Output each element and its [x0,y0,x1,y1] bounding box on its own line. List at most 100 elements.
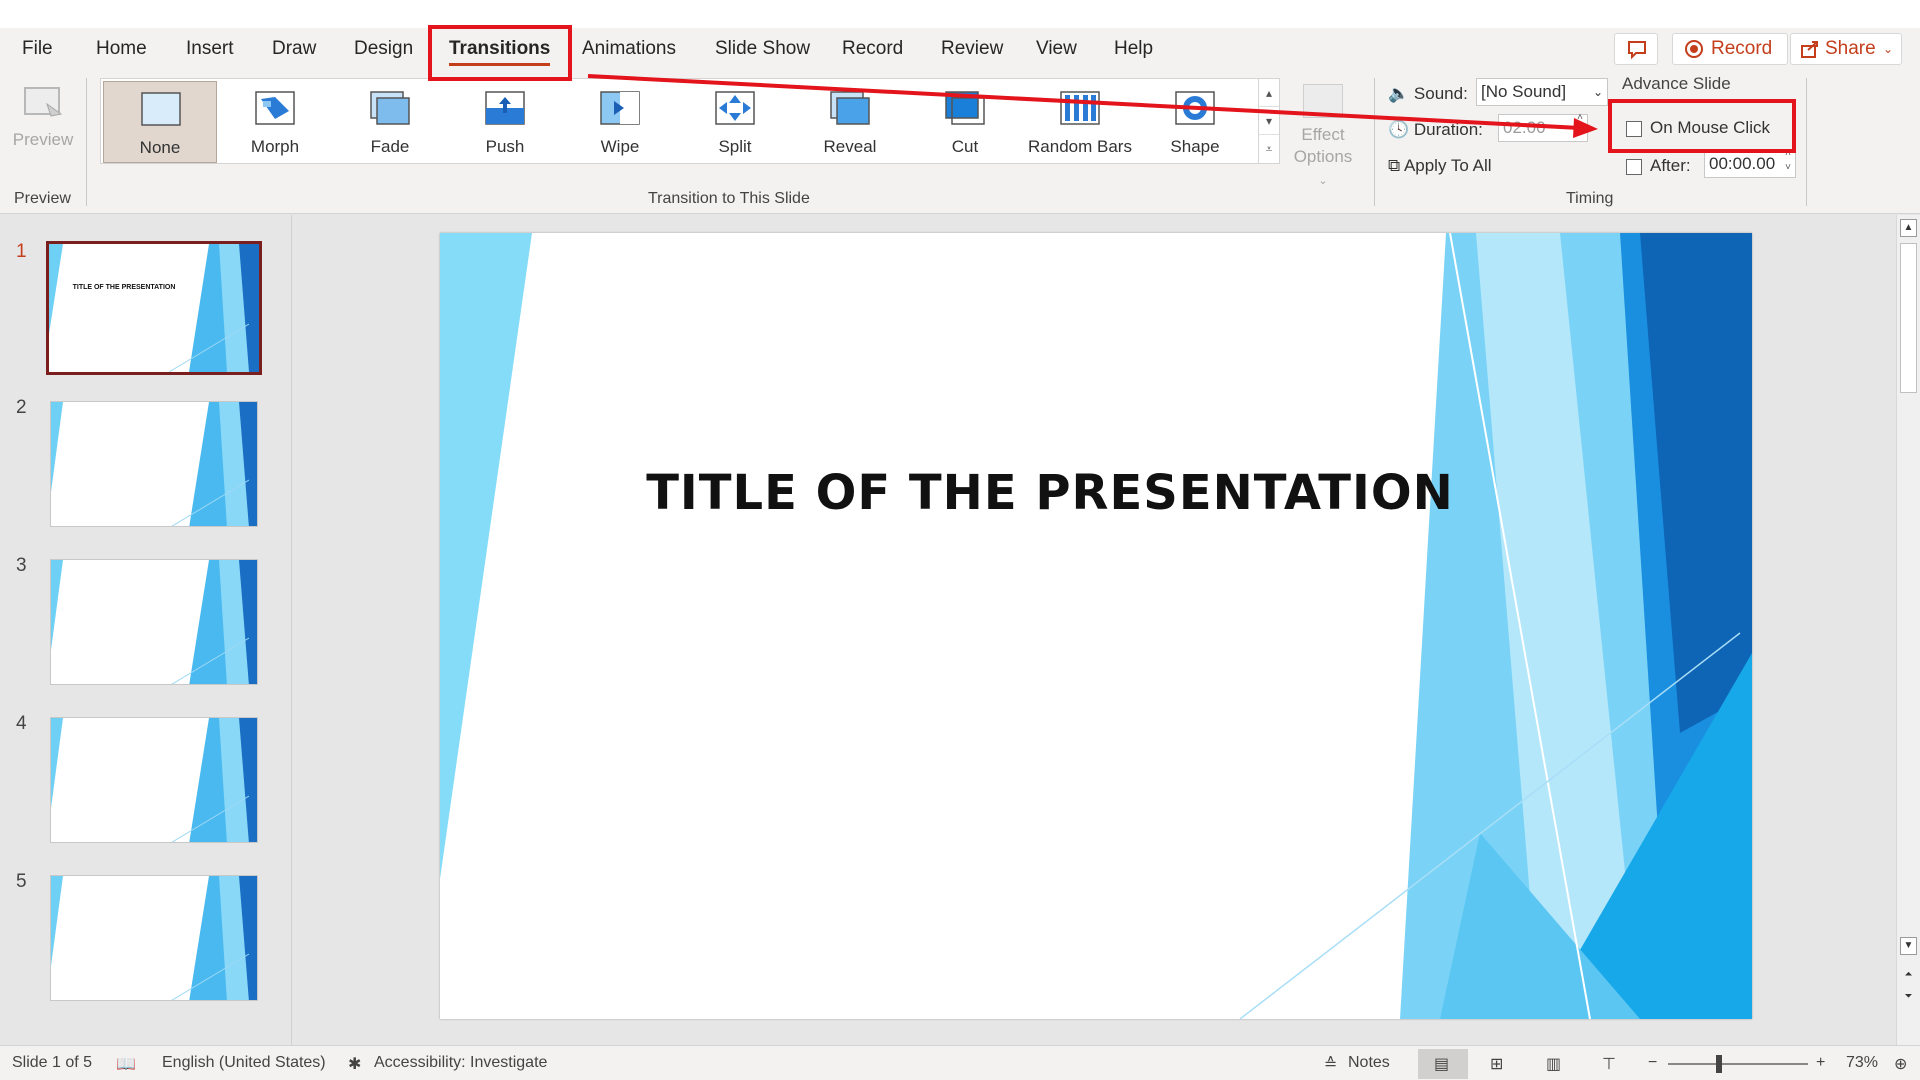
advance-slide-label: Advance Slide [1622,74,1731,93]
accessibility-status[interactable]: Accessibility: Investigate [374,1054,547,1072]
transition-group-label: Transition to This Slide [648,190,810,207]
transition-split-icon [715,91,755,125]
tab-transitions[interactable]: Transitions [439,34,560,66]
slide-thumbnail-1[interactable]: TITLE OF THE PRESENTATION [46,241,262,375]
tab-view[interactable]: View [1026,34,1087,64]
transition-morph[interactable]: Morph [218,81,332,163]
transition-push[interactable]: Push [448,81,562,163]
share-button[interactable]: Share ⌄ [1790,33,1902,65]
spinner-icon[interactable]: ˄ ˅ [1577,111,1583,139]
slide-number: 1 [16,241,27,262]
transition-fade-icon [370,91,410,125]
zoom-out-icon[interactable]: − [1648,1054,1657,1072]
zoom-level[interactable]: 73% [1846,1054,1878,1072]
language-indicator[interactable]: English (United States) [162,1054,326,1072]
slide-number: 5 [16,871,27,892]
gallery-scroll-up-icon[interactable]: ▴ [1259,79,1279,107]
transition-shape[interactable]: Shape [1138,81,1252,163]
share-icon [1801,41,1818,58]
slide-sorter-icon[interactable]: ⊞ [1490,1054,1503,1074]
apply-all-icon: ⧉ [1388,156,1401,175]
zoom-in-icon[interactable]: + [1816,1054,1825,1072]
effect-options-button[interactable]: Effect Options ⌄ [1288,84,1358,187]
tab-animations[interactable]: Animations [572,34,686,64]
zoom-slider-handle[interactable] [1716,1055,1722,1073]
transition-wipe-icon [600,91,640,125]
transition-shape-icon [1175,91,1215,125]
slide-thumbnail-3[interactable] [50,559,258,685]
vertical-scrollbar[interactable]: ▲ ▼ ⏶ ⏷ [1896,215,1920,1045]
transition-reveal[interactable]: Reveal [793,81,907,163]
comments-button[interactable] [1614,33,1658,65]
transition-reveal-icon [830,91,870,125]
next-slide-icon[interactable]: ⏷ [1900,989,1917,1007]
comment-icon [1628,41,1646,60]
timing-group-label: Timing [1566,190,1614,207]
sound-icon: 🔈 [1388,84,1410,103]
slide-thumbnail-art [51,560,257,684]
spinner-icon[interactable]: ˄ ˅ [1785,147,1791,175]
on-mouse-click-checkbox[interactable] [1626,120,1642,137]
slide-thumbnail-art [49,244,259,372]
zoom-slider[interactable] [1668,1063,1808,1065]
transition-fade[interactable]: Fade [333,81,447,163]
transition-split[interactable]: Split [678,81,792,163]
transition-cut[interactable]: Cut [908,81,1022,163]
tab-review[interactable]: Review [931,34,1013,64]
slide-thumbnail-5[interactable] [50,875,258,1001]
slide-thumbnail-2[interactable] [50,401,258,527]
record-button[interactable]: Record [1672,33,1788,65]
after-checkbox[interactable] [1626,158,1642,175]
scroll-thumb[interactable] [1900,243,1917,393]
spelling-icon[interactable]: 📖 [116,1054,136,1074]
after-option[interactable]: After: [1626,152,1691,180]
scroll-up-icon[interactable]: ▲ [1900,219,1917,237]
tab-help[interactable]: Help [1104,34,1163,64]
after-stepper[interactable]: 00:00.00 ˄ ˅ [1704,147,1796,178]
slide-thumbnail-4[interactable] [50,717,258,843]
tab-record[interactable]: Record [832,34,913,64]
divider [1806,78,1807,206]
divider [86,78,87,206]
scroll-down-icon[interactable]: ▼ [1900,937,1917,955]
transition-random-bars[interactable]: Random Bars [1023,81,1137,163]
main-slide[interactable]: TITLE OF THE PRESENTATION [440,233,1752,1019]
normal-view-icon[interactable]: ▤ [1434,1054,1449,1074]
duration-stepper[interactable]: 02.00 ˄ ˅ [1498,111,1588,142]
chevron-down-icon: ⌄ [1592,85,1603,99]
sound-dropdown[interactable]: [No Sound] ⌄ [1476,78,1608,106]
transition-none[interactable]: None [103,81,217,163]
divider [1374,78,1375,206]
preview-icon [24,87,63,117]
tab-insert[interactable]: Insert [176,34,244,64]
on-mouse-click-option[interactable]: On Mouse Click [1626,114,1770,142]
slide-number: 4 [16,713,27,734]
slide-indicator: Slide 1 of 5 [12,1054,93,1071]
gallery-scroll-down-icon[interactable]: ▾ [1259,107,1279,135]
transition-morph-icon [255,91,295,125]
chevron-down-icon: ⌄ [1882,42,1893,56]
tab-home[interactable]: Home [86,34,157,64]
gallery-scroll: ▴ ▾ ⩡ [1258,78,1280,164]
transition-push-icon [485,91,525,125]
slide-background-art [440,233,1752,1019]
gallery-more-icon[interactable]: ⩡ [1259,135,1279,163]
preview-button[interactable]: Preview [8,84,78,164]
slide-thumbnail-art [51,402,257,526]
slide-show-icon[interactable]: ⊤ [1602,1054,1616,1074]
effect-options-icon [1303,84,1343,118]
previous-slide-icon[interactable]: ⏶ [1900,967,1917,985]
transition-wipe[interactable]: Wipe [563,81,677,163]
tab-design[interactable]: Design [344,34,423,64]
tab-file[interactable]: File [12,34,63,64]
slide-thumbnail-art [51,718,257,842]
ribbon-tabs: File Home Insert Draw Design Transitions… [0,28,1920,70]
reading-view-icon[interactable]: ▥ [1546,1054,1561,1074]
tab-slide-show[interactable]: Slide Show [705,34,820,64]
tab-draw[interactable]: Draw [262,34,326,64]
fit-to-window-icon[interactable]: ⊕ [1894,1054,1907,1074]
notes-button[interactable]: Notes [1348,1054,1390,1072]
apply-to-all-button[interactable]: ⧉ Apply To All [1388,152,1492,180]
slide-title[interactable]: TITLE OF THE PRESENTATION [440,465,1660,521]
slide-thumbnail-title: TITLE OF THE PRESENTATION [72,284,176,291]
